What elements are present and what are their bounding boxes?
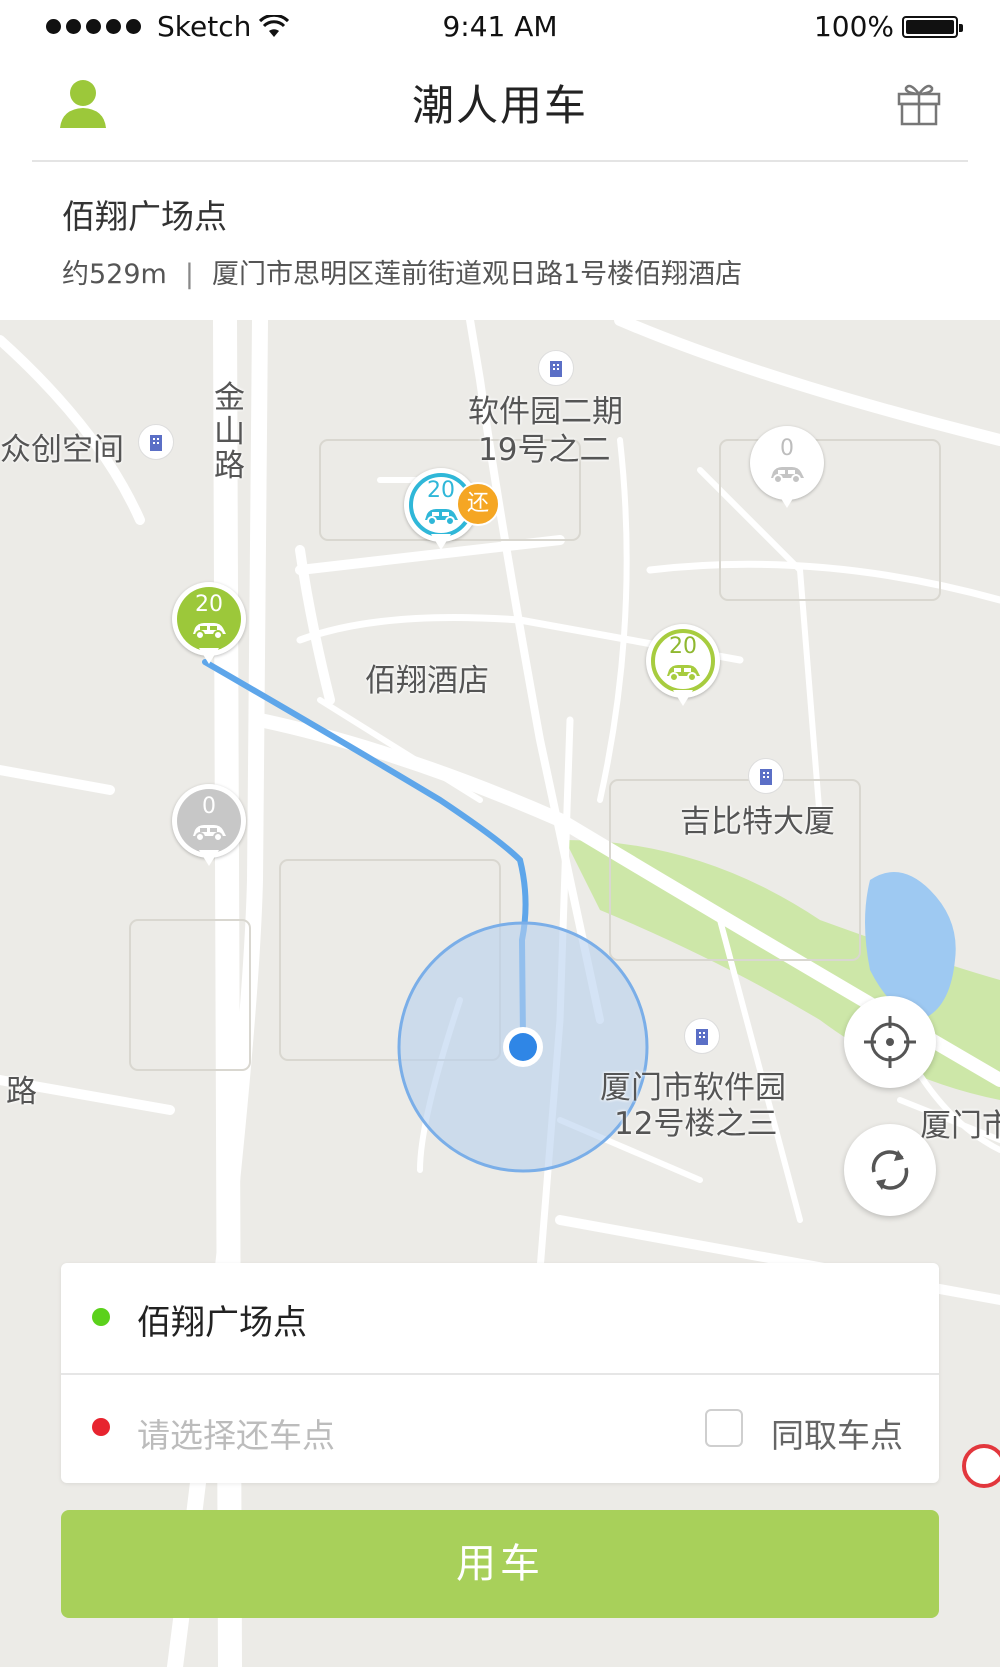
marker-count: 0: [780, 436, 794, 461]
marker-gray-0[interactable]: 0: [172, 784, 246, 876]
station-address-line: 约529m | 厦门市思明区莲前街道观日路1号楼佰翔酒店: [62, 252, 742, 291]
return-station-input[interactable]: 请选择还车点: [137, 1409, 335, 1457]
car-icon: [425, 509, 458, 526]
use-car-button[interactable]: 用车: [61, 1510, 939, 1618]
map-label-no19: 19号之二: [478, 432, 611, 468]
station-distance: 约529m: [62, 259, 167, 290]
station-address: 厦门市思明区莲前街道观日路1号楼佰翔酒店: [211, 259, 743, 290]
nav-header: 潮人用车: [0, 54, 1000, 160]
page-title: 潮人用车: [411, 81, 588, 130]
locate-button[interactable]: [844, 996, 936, 1088]
building-icon: [684, 1018, 720, 1054]
map-label-road-left: 路: [6, 1074, 37, 1110]
gift-icon[interactable]: [896, 80, 942, 126]
address-separator: |: [184, 259, 194, 290]
building-icon: [538, 350, 574, 386]
return-row[interactable]: 请选择还车点 同取车点: [61, 1373, 939, 1483]
car-icon: [667, 665, 700, 682]
car-icon: [771, 467, 804, 484]
battery-group: 100%: [813, 10, 963, 43]
station-info[interactable]: 佰翔广场点 约529m | 厦门市思明区莲前街道观日路1号楼佰翔酒店: [0, 162, 1000, 320]
return-badge: 还: [456, 482, 500, 526]
status-bar: Sketch 9:41 AM 100%: [0, 0, 1000, 54]
pickup-station: 佰翔广场点: [137, 1303, 307, 1343]
marker-white-0[interactable]: 0: [750, 426, 824, 518]
station-name: 佰翔广场点: [62, 197, 227, 236]
refresh-icon: [871, 1150, 909, 1190]
marker-count: 0: [202, 794, 216, 819]
map-label-jupiter: 吉比特大厦: [680, 804, 835, 840]
map-label-crowd-space: 众创空间: [0, 432, 124, 468]
building-icon: [138, 424, 174, 460]
car-icon: [193, 623, 226, 640]
booking-card: 佰翔广场点 请选择还车点 同取车点: [61, 1263, 939, 1483]
building-icon: [748, 758, 784, 794]
marker-lime-20[interactable]: 20: [646, 624, 720, 716]
map-label-hotel: 佰翔酒店: [365, 663, 489, 699]
battery-percent: 100%: [813, 10, 894, 43]
map-label-road-3: 路: [214, 448, 245, 484]
app-screen: Sketch 9:41 AM 100% 潮人用车 佰翔广场点 约529m | 厦门市…: [0, 0, 1000, 1667]
return-dot: [92, 1418, 110, 1436]
battery-icon: [902, 15, 963, 38]
pickup-row[interactable]: 佰翔广场点: [61, 1263, 939, 1375]
marker-count: 20: [195, 592, 223, 617]
bank-poi-icon: [962, 1444, 1000, 1488]
same-point-checkbox[interactable]: [705, 1409, 743, 1447]
refresh-button[interactable]: [844, 1124, 936, 1216]
marker-green-20[interactable]: 20: [172, 582, 246, 674]
map-label-xiamen-edge: 厦门市: [920, 1108, 1000, 1144]
crosshair-icon: [864, 1016, 916, 1068]
same-point-label[interactable]: 同取车点: [771, 1409, 903, 1457]
car-icon: [193, 825, 226, 842]
map-label-no12: 12号楼之三: [614, 1106, 778, 1142]
marker-count: 20: [669, 634, 697, 659]
pickup-dot: [92, 1308, 110, 1326]
